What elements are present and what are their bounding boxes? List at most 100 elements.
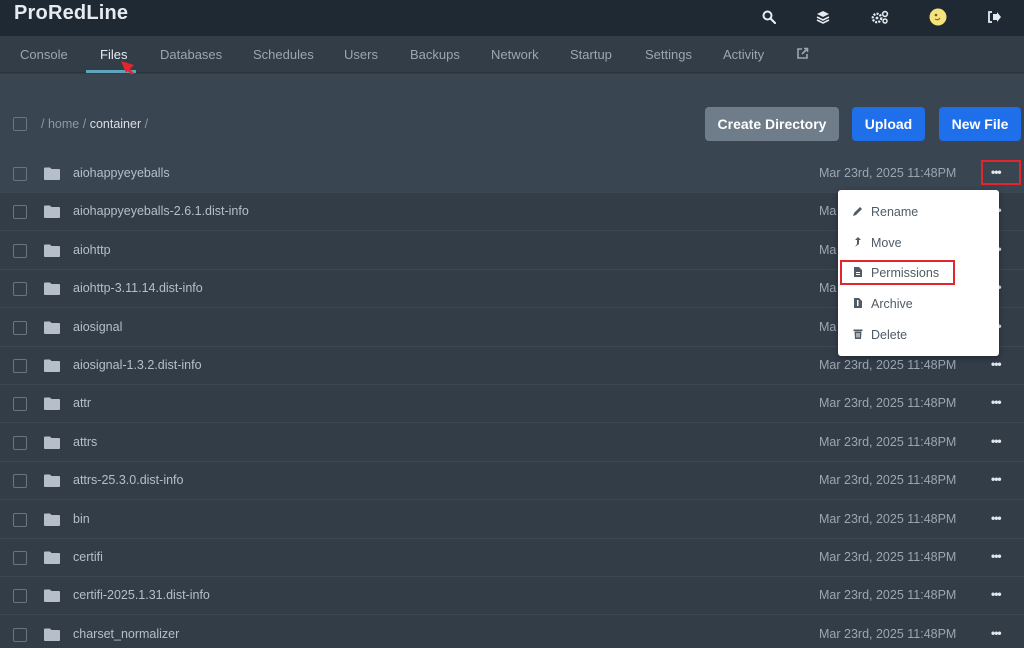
row-checkbox[interactable] <box>13 589 27 604</box>
file-row[interactable]: aiohappyeyeballs Mar 23rd, 2025 11:48PM ••… <box>0 155 1024 193</box>
file-row[interactable]: attr Mar 23rd, 2025 11:48PM ••• <box>0 385 1024 424</box>
file-date: Ma <box>819 319 837 334</box>
row-checkbox[interactable] <box>13 551 27 565</box>
avatar[interactable] <box>926 5 950 29</box>
file-date: Mar 23rd, 2025 11:48PM <box>819 626 957 641</box>
tab-settings[interactable]: Settings <box>645 36 692 73</box>
tab-schedules[interactable]: Schedules <box>253 36 314 73</box>
archive-icon <box>852 297 864 309</box>
file-name[interactable]: aiohappyeyeballs-2.6.1.dist-info <box>73 204 249 218</box>
row-checkbox[interactable] <box>13 627 27 642</box>
file-row[interactable]: attrs-25.3.0.dist-info Mar 23rd, 2025 11:… <box>0 462 1024 501</box>
breadcrumb-sep: / <box>41 117 45 131</box>
breadcrumb: / home / container / <box>41 117 148 131</box>
menu-item-label: Archive <box>871 297 913 311</box>
file-row[interactable]: certifi-2025.1.31.dist-info Mar 23rd, 202… <box>0 577 1024 616</box>
breadcrumb-current[interactable]: container <box>90 117 141 131</box>
top-header: ProRedLine <box>0 0 1024 36</box>
breadcrumb-sep: / <box>82 117 87 131</box>
new-file-button[interactable]: New File <box>939 107 1021 141</box>
row-checkbox[interactable] <box>13 474 27 489</box>
file-date: Mar 23rd, 2025 11:48PM <box>819 396 957 411</box>
file-name[interactable]: certifi <box>73 550 103 564</box>
folder-icon <box>44 551 60 564</box>
file-name[interactable]: attr <box>73 396 91 410</box>
row-actions-button[interactable]: ••• <box>991 472 1002 486</box>
file-name[interactable]: certifi-2025.1.31.dist-info <box>73 588 210 602</box>
file-name[interactable]: bin <box>73 512 90 526</box>
folder-icon <box>44 282 60 296</box>
file-name[interactable]: attrs-25.3.0.dist-info <box>73 473 183 487</box>
folder-icon <box>44 513 60 526</box>
file-name[interactable]: aiohttp <box>73 243 111 257</box>
folder-icon <box>44 244 60 257</box>
menu-item-rename[interactable]: Rename <box>838 197 999 227</box>
file-name[interactable]: aiohttp-3.11.14.dist-info <box>73 281 203 295</box>
tab-network[interactable]: Network <box>491 36 539 73</box>
file-name[interactable]: attrs <box>73 435 97 449</box>
breadcrumb-home[interactable]: home <box>48 117 79 131</box>
row-actions-button[interactable]: ••• <box>991 626 1002 640</box>
trash-icon <box>852 328 864 340</box>
file-row[interactable]: charset_normalizer Mar 23rd, 2025 11:48PM… <box>0 615 1024 648</box>
file-date: Ma <box>819 281 837 296</box>
folder-icon <box>44 628 60 641</box>
row-checkbox[interactable] <box>13 435 27 450</box>
tab-activity[interactable]: Activity <box>723 36 764 73</box>
file-date: Mar 23rd, 2025 11:48PM <box>819 166 957 180</box>
file-date: Ma <box>819 242 837 257</box>
row-actions-button[interactable]: ••• <box>991 357 1002 371</box>
row-checkbox[interactable] <box>13 359 27 373</box>
row-checkbox[interactable] <box>13 243 27 258</box>
tab-databases[interactable]: Databases <box>160 36 222 73</box>
tab-backups[interactable]: Backups <box>410 36 460 73</box>
menu-item-label: Delete <box>871 328 908 342</box>
menu-item-move[interactable]: Move <box>838 228 999 258</box>
select-all-checkbox[interactable] <box>13 117 27 131</box>
folder-icon <box>44 397 60 411</box>
row-actions-button[interactable]: ••• <box>991 395 1002 409</box>
row-checkbox[interactable] <box>13 320 27 335</box>
file-date: Mar 23rd, 2025 11:48PM <box>819 473 957 488</box>
row-actions-button[interactable]: ••• <box>991 434 1002 448</box>
tab-startup[interactable]: Startup <box>570 36 612 73</box>
file-row[interactable]: attrs Mar 23rd, 2025 11:48PM ••• <box>0 423 1024 462</box>
create-directory-button[interactable]: Create Directory <box>705 107 839 141</box>
file-date: Mar 23rd, 2025 11:48PM <box>819 550 957 564</box>
file-date: Mar 23rd, 2025 11:48PM <box>819 588 957 603</box>
move-arrow-icon <box>852 236 864 248</box>
menu-item-delete[interactable]: Delete <box>838 320 999 350</box>
logout-icon[interactable] <box>982 5 1006 29</box>
cogs-icon[interactable] <box>868 5 892 29</box>
tab-console[interactable]: Console <box>20 36 68 73</box>
file-name[interactable]: aiosignal-1.3.2.dist-info <box>73 358 202 372</box>
folder-icon <box>44 359 60 372</box>
row-checkbox[interactable] <box>13 397 27 412</box>
row-checkbox[interactable] <box>13 205 27 220</box>
row-actions-button[interactable]: ••• <box>991 587 1002 601</box>
nav-bar: Console Files Databases Schedules Users … <box>0 36 1024 73</box>
external-link-icon[interactable] <box>796 47 809 61</box>
row-checkbox[interactable] <box>13 512 27 527</box>
row-actions-button[interactable]: ••• <box>991 549 1002 563</box>
folder-icon <box>44 167 60 180</box>
file-name[interactable]: charset_normalizer <box>73 627 179 641</box>
tab-users[interactable]: Users <box>344 36 378 73</box>
search-icon[interactable] <box>757 5 781 29</box>
row-checkbox[interactable] <box>13 282 27 297</box>
folder-icon <box>44 474 60 488</box>
menu-item-label: Move <box>871 236 902 250</box>
file-row[interactable]: bin Mar 23rd, 2025 11:48PM ••• <box>0 500 1024 539</box>
row-checkbox[interactable] <box>13 167 27 181</box>
menu-item-archive[interactable]: Archive <box>838 289 999 319</box>
folder-icon <box>44 321 60 334</box>
highlight-box <box>840 260 955 285</box>
file-date: Mar 23rd, 2025 11:48PM <box>819 511 957 526</box>
brand-title[interactable]: ProRedLine <box>14 2 128 25</box>
file-row[interactable]: certifi Mar 23rd, 2025 11:48PM ••• <box>0 539 1024 577</box>
row-actions-button[interactable]: ••• <box>991 511 1002 525</box>
layers-icon[interactable] <box>811 5 835 29</box>
file-name[interactable]: aiohappyeyeballs <box>73 166 170 180</box>
upload-button[interactable]: Upload <box>852 107 925 141</box>
file-name[interactable]: aiosignal <box>73 320 122 334</box>
